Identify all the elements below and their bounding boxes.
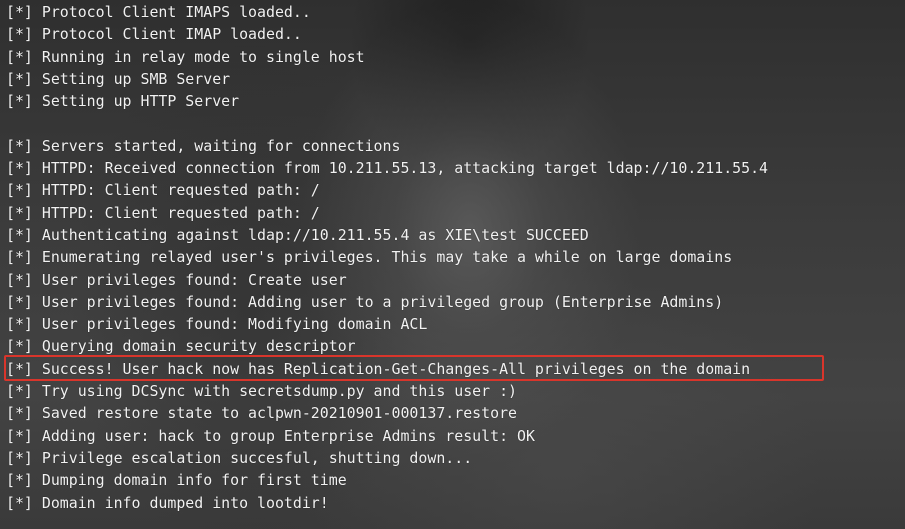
terminal-line: [*] User privileges found: Adding user t… <box>6 292 724 311</box>
terminal-line: [*] Protocol Client IMAPS loaded.. <box>6 3 311 21</box>
terminal-line: [*] Setting up SMB Server <box>6 69 231 88</box>
terminal-line: [*] Adding user: hack to group Enterpris… <box>6 426 535 445</box>
terminal-line: [*] User privileges found: Modifying dom… <box>6 315 428 334</box>
terminal-line: [*] Dumping domain info for first time <box>6 471 347 490</box>
terminal-line: [*] User privileges found: Create user <box>6 270 347 289</box>
terminal-line: [*] Running in relay mode to single host <box>6 47 365 66</box>
terminal-line: [*] Servers started, waiting for connect… <box>6 136 401 155</box>
terminal-line: [*] Protocol Client IMAP loaded.. <box>6 25 302 44</box>
terminal-line: [*] Try using DCSync with secretsdump.py… <box>6 382 518 401</box>
terminal-window[interactable]: [*] Protocol Client IMAPS loaded.. [*] P… <box>0 0 905 529</box>
success-highlight-box <box>4 355 824 381</box>
terminal-line: [*] Authenticating against ldap://10.211… <box>6 225 589 244</box>
terminal-line: [*] HTTPD: Client requested path: / <box>6 203 320 222</box>
terminal-line: [*] Setting up HTTP Server <box>6 92 240 111</box>
terminal-blank-line <box>6 112 768 134</box>
terminal-line: [*] HTTPD: Received connection from 10.2… <box>6 159 769 178</box>
terminal-line: [*] Privilege escalation succesful, shut… <box>6 448 473 467</box>
terminal-line: [*] Saved restore state to aclpwn-202109… <box>6 404 518 423</box>
terminal-output: [*] Protocol Client IMAPS loaded.. [*] P… <box>6 1 768 514</box>
terminal-line: [*] Enumerating relayed user's privilege… <box>6 248 733 267</box>
terminal-line: [*] HTTPD: Client requested path: / <box>6 181 320 200</box>
terminal-line: [*] Domain info dumped into lootdir! <box>6 493 329 512</box>
